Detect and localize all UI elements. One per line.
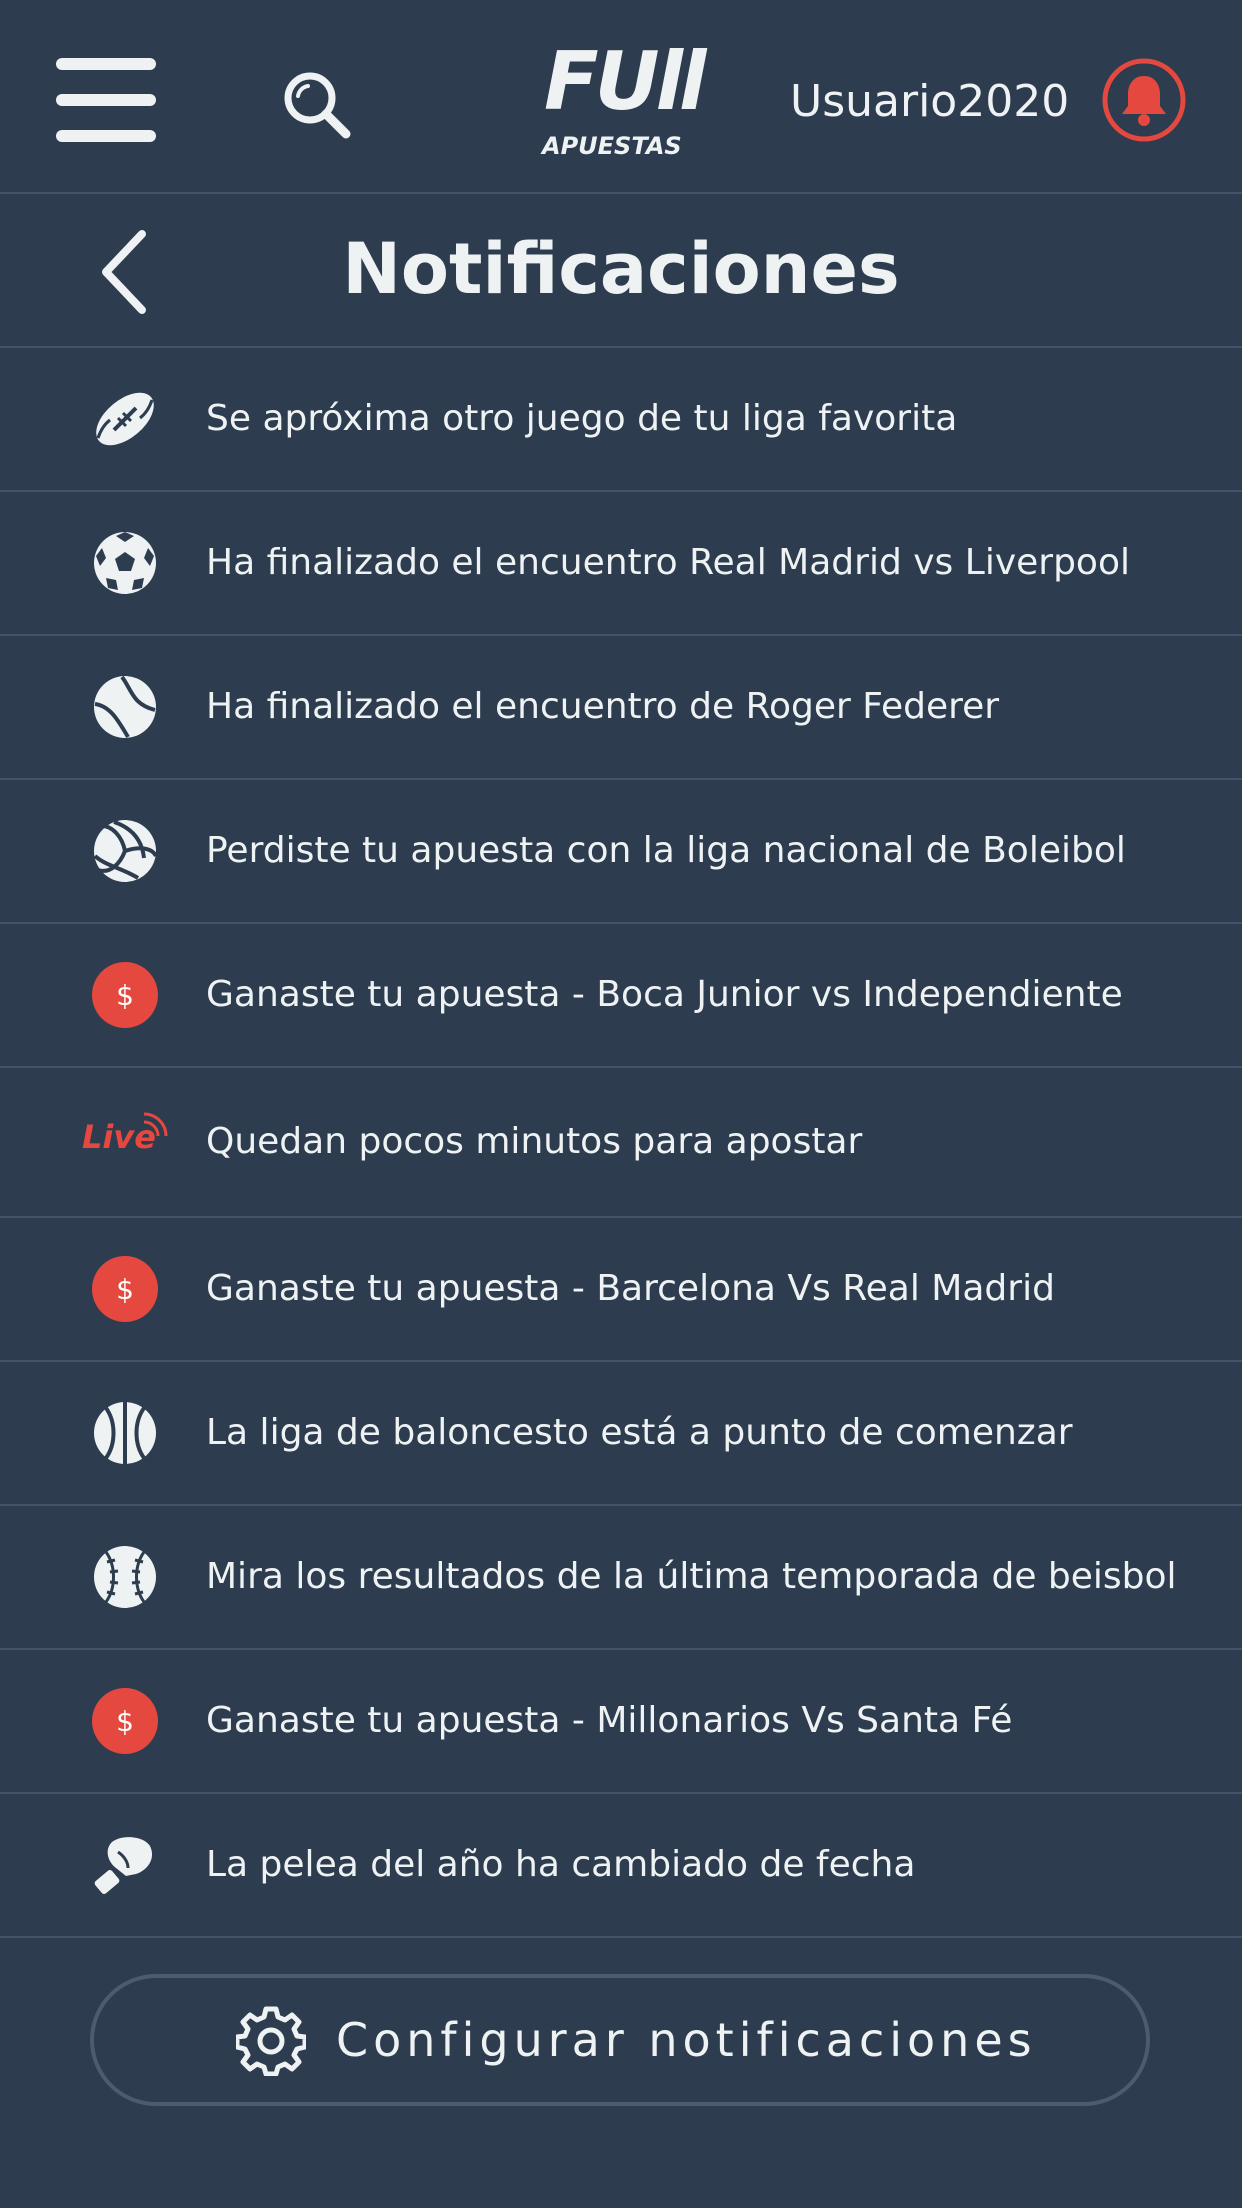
page-title: Notificaciones bbox=[342, 228, 900, 310]
notification-text: Ganaste tu apuesta - Barcelona Vs Real M… bbox=[206, 1268, 1055, 1309]
baseball-icon bbox=[94, 1546, 156, 1608]
gear-icon bbox=[236, 2006, 306, 2076]
live-signal-icon bbox=[143, 1112, 168, 1137]
logo[interactable]: FUll APUESTAS bbox=[540, 28, 710, 168]
notification-item[interactable]: La pelea del año ha cambiado de fecha bbox=[0, 1794, 1242, 1938]
notification-item[interactable]: $ Ganaste tu apuesta - Boca Junior vs In… bbox=[0, 924, 1242, 1068]
notification-item[interactable]: La liga de baloncesto está a punto de co… bbox=[0, 1362, 1242, 1506]
title-bar: Notificaciones bbox=[0, 194, 1242, 348]
football-icon bbox=[96, 392, 154, 446]
svg-text:$: $ bbox=[116, 1273, 134, 1306]
notification-text: Ha finalizado el encuentro de Roger Fede… bbox=[206, 686, 1000, 727]
configure-notifications-label: Configurar notificaciones bbox=[336, 2013, 1037, 2067]
svg-text:$: $ bbox=[116, 979, 134, 1012]
soccer-ball-icon bbox=[94, 532, 156, 594]
top-bar: FUll APUESTAS Usuario2020 bbox=[0, 0, 1242, 194]
notification-text: Ha finalizado el encuentro Real Madrid v… bbox=[206, 542, 1130, 583]
username[interactable]: Usuario2020 bbox=[790, 76, 1069, 127]
configure-notifications-button[interactable]: Configurar notificaciones bbox=[90, 1974, 1150, 2106]
notification-item[interactable]: $ Ganaste tu apuesta - Millonarios Vs Sa… bbox=[0, 1650, 1242, 1794]
dollar-icon: $ bbox=[92, 1688, 158, 1754]
notification-item[interactable]: $ Ganaste tu apuesta - Barcelona Vs Real… bbox=[0, 1218, 1242, 1362]
logo-subtitle: APUESTAS bbox=[542, 132, 682, 160]
basketball-icon bbox=[94, 1402, 156, 1464]
search-icon[interactable] bbox=[280, 68, 352, 140]
notification-text: Ganaste tu apuesta - Boca Junior vs Inde… bbox=[206, 974, 1123, 1015]
notification-item[interactable]: Ha finalizado el encuentro Real Madrid v… bbox=[0, 492, 1242, 636]
hamburger-menu-icon[interactable] bbox=[56, 58, 156, 144]
tennis-ball-icon bbox=[94, 675, 156, 739]
volleyball-icon bbox=[93, 820, 158, 882]
notification-text: La pelea del año ha cambiado de fecha bbox=[206, 1844, 916, 1885]
notification-text: Perdiste tu apuesta con la liga nacional… bbox=[206, 830, 1126, 871]
notification-text: Quedan pocos minutos para apostar bbox=[206, 1121, 863, 1162]
notification-text: La liga de baloncesto está a punto de co… bbox=[206, 1412, 1073, 1453]
notification-text: Ganaste tu apuesta - Millonarios Vs Sant… bbox=[206, 1700, 1013, 1741]
notification-item[interactable]: Se apróxima otro juego de tu liga favori… bbox=[0, 348, 1242, 492]
notification-item[interactable]: Live Quedan pocos minutos para apostar bbox=[0, 1068, 1242, 1218]
boxing-glove-icon bbox=[94, 1837, 153, 1894]
logo-wordmark: FUll bbox=[544, 35, 706, 128]
notification-text: Se apróxima otro juego de tu liga favori… bbox=[206, 398, 958, 439]
dollar-icon: $ bbox=[92, 962, 158, 1028]
notification-item[interactable]: Ha finalizado el encuentro de Roger Fede… bbox=[0, 636, 1242, 780]
svg-text:$: $ bbox=[116, 1705, 134, 1738]
notification-item[interactable]: Perdiste tu apuesta con la liga nacional… bbox=[0, 780, 1242, 924]
notification-text: Mira los resultados de la última tempora… bbox=[206, 1556, 1177, 1597]
notification-item[interactable]: Mira los resultados de la última tempora… bbox=[0, 1506, 1242, 1650]
dollar-icon: $ bbox=[92, 1256, 158, 1322]
notification-list: Se apróxima otro juego de tu liga favori… bbox=[0, 348, 1242, 1938]
bell-icon[interactable] bbox=[1102, 58, 1186, 142]
